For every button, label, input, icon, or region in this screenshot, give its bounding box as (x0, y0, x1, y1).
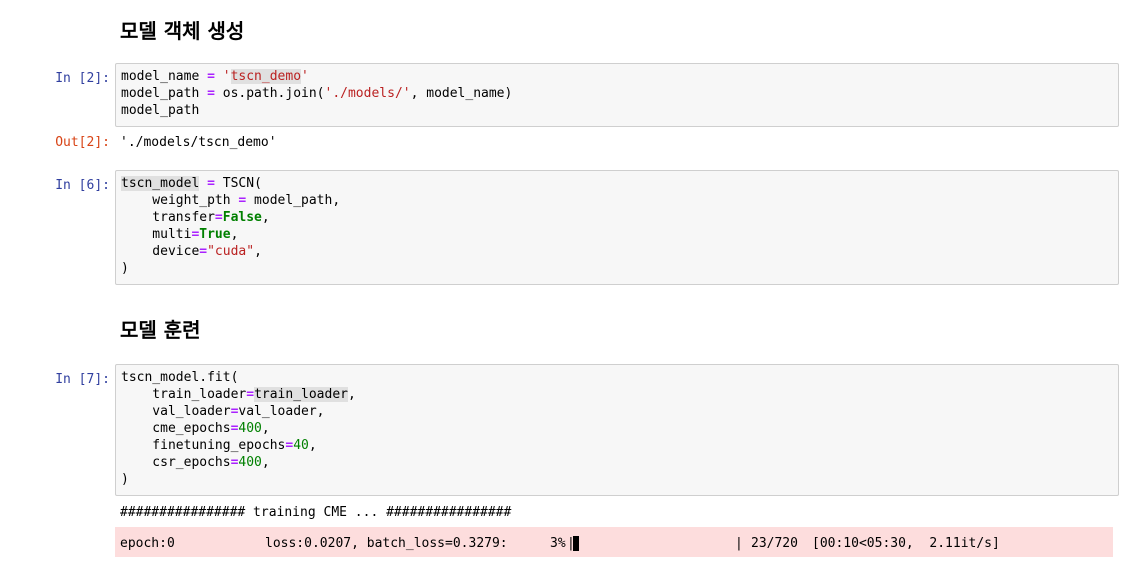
cell-2-output-prompt: Out[2]: (55, 135, 110, 150)
progress-timing: [00:10<05:30, 2.11it/s] (812, 536, 1000, 551)
code-line: tscn_model.fit( (121, 370, 239, 385)
code-line: ) (121, 261, 129, 276)
cell-2-code-editor[interactable]: model_name = 'tscn_demo' model_path = os… (115, 63, 1119, 127)
code-line: device="cuda", (121, 244, 262, 259)
cell-6-input-prompt: In [6]: (55, 178, 110, 193)
cell-2-input-prompt: In [2]: (55, 71, 110, 86)
progress-percent: 3% (550, 536, 566, 551)
progress-bar-right-edge: | (735, 536, 743, 551)
code-line: weight_pth = model_path, (121, 193, 341, 208)
code-line: model_path (121, 103, 200, 118)
progress-loss-text: loss:0.0207, batch_loss=0.3279: (265, 536, 508, 551)
code-line: finetuning_epochs=40, (121, 438, 317, 453)
cell-2-output-text: './models/tscn_demo' (120, 135, 277, 150)
code-line: val_loader=val_loader, (121, 404, 325, 419)
code-line: train_loader=train_loader, (121, 387, 356, 402)
progress-bar-fill (573, 536, 579, 551)
cell-7-input-prompt: In [7]: (55, 372, 110, 387)
code-line: ) (121, 472, 129, 487)
training-progress-output: epoch:0 loss:0.0207, batch_loss=0.3279: … (115, 527, 1113, 557)
code-line: model_name = 'tscn_demo' (121, 69, 309, 84)
code-line: transfer=False, (121, 210, 270, 225)
code-line: cme_epochs=400, (121, 421, 270, 436)
section-heading-create-model: 모델 객체 생성 (120, 19, 245, 43)
section-heading-train-model: 모델 훈련 (120, 318, 201, 342)
code-line: tscn_model = TSCN( (121, 176, 262, 191)
code-line: csr_epochs=400, (121, 455, 270, 470)
progress-count: 23/720 (751, 536, 798, 551)
cell-6-code-editor[interactable]: tscn_model = TSCN( weight_pth = model_pa… (115, 170, 1119, 285)
cell-7-code-editor[interactable]: tscn_model.fit( train_loader=train_loade… (115, 364, 1119, 496)
progress-epoch-label: epoch:0 (120, 536, 175, 551)
code-line: multi=True, (121, 227, 239, 242)
code-line: model_path = os.path.join('./models/', m… (121, 86, 513, 101)
cell-7-output-text: ################ training CME ... ######… (120, 505, 512, 520)
